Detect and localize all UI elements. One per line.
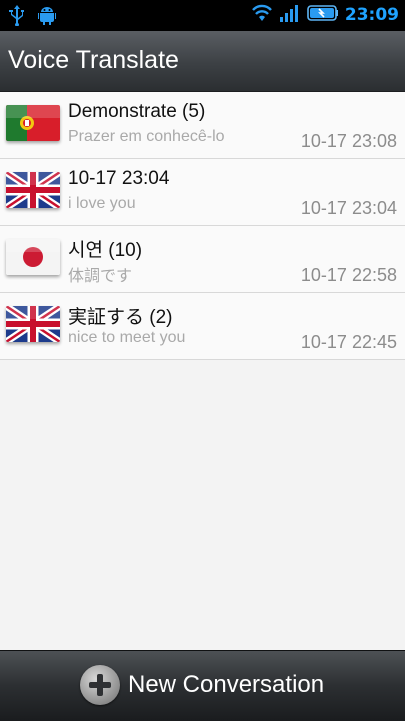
uk-flag-icon	[6, 172, 60, 208]
wifi-icon	[251, 3, 273, 27]
new-conversation-button[interactable]: New Conversation	[80, 665, 324, 705]
conversation-preview: 体調です	[68, 268, 133, 285]
app-header: Voice Translate	[0, 31, 405, 92]
battery-icon	[307, 3, 339, 27]
japan-flag-icon	[6, 239, 60, 275]
conversation-timestamp: 10-17 23:08	[300, 131, 397, 151]
status-time: 23:09	[344, 5, 399, 25]
bottom-action-bar: New Conversation	[0, 650, 405, 721]
conversation-preview: i love you	[68, 195, 136, 212]
conversation-title: 시연 (10)	[68, 240, 143, 261]
app-title: Voice Translate	[8, 46, 179, 74]
status-bar: 23:09	[0, 0, 405, 31]
conversation-item[interactable]: Demonstrate (5) Prazer em conhecê-lo 10-…	[0, 92, 405, 159]
usb-icon	[8, 4, 26, 30]
conversation-timestamp: 10-17 23:04	[300, 198, 397, 218]
conversation-preview: Prazer em conhecê-lo	[68, 128, 225, 145]
conversation-title: Demonstrate (5)	[68, 101, 206, 122]
uk-flag-icon	[6, 306, 60, 342]
conversation-item[interactable]: 実証する (2) nice to meet you 10-17 22:45	[0, 293, 405, 360]
conversation-title: 実証する (2)	[68, 307, 173, 328]
conversation-timestamp: 10-17 22:58	[300, 265, 397, 285]
new-conversation-label: New Conversation	[128, 671, 325, 698]
conversation-item[interactable]: 시연 (10) 体調です 10-17 22:58	[0, 226, 405, 293]
conversation-list: Demonstrate (5) Prazer em conhecê-lo 10-…	[0, 92, 405, 360]
conversation-item[interactable]: 10-17 23:04 i love you 10-17 23:04	[0, 159, 405, 226]
portugal-flag-icon	[6, 105, 60, 141]
signal-icon	[279, 3, 301, 27]
plus-icon	[80, 665, 120, 705]
conversation-title: 10-17 23:04	[68, 168, 170, 189]
conversation-preview: nice to meet you	[68, 329, 186, 346]
conversation-timestamp: 10-17 22:45	[300, 332, 397, 352]
android-debug-icon	[36, 4, 58, 30]
